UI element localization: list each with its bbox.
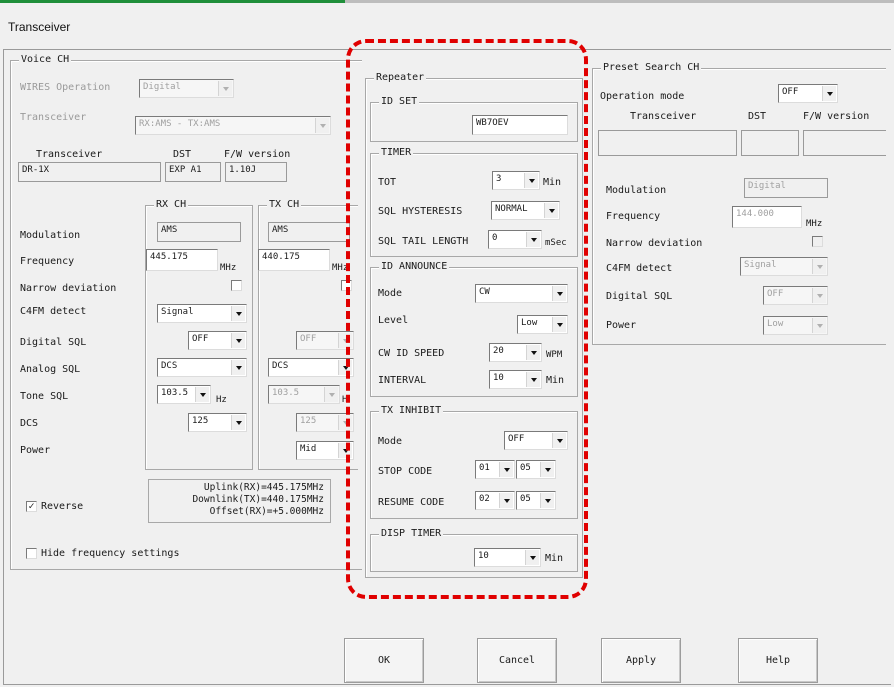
offset-text: Offset(RX)=+5.000MHz [209, 506, 324, 517]
tx-analog-sql-select[interactable]: DCS [268, 358, 354, 377]
preset-transceiver-field [598, 130, 737, 156]
transceiver-model: DR-1X [18, 162, 161, 182]
modulation-label: Modulation [20, 230, 81, 241]
window-title: Transceiver [8, 20, 71, 34]
rx-frequency-input[interactable]: 445.175 [146, 249, 218, 271]
dst-header: DST [173, 149, 192, 160]
preset-power-select[interactable]: Low [763, 316, 828, 335]
help-button[interactable]: Help [738, 638, 818, 683]
preset-narrow-label: Narrow deviation [606, 238, 703, 249]
chevron-down-icon [218, 81, 232, 96]
highlight-box [346, 39, 588, 599]
preset-modulation-label: Modulation [606, 185, 667, 196]
preset-fw-field [803, 130, 886, 156]
analog-sql-label: Analog SQL [20, 364, 81, 375]
hide-frequency-checkbox[interactable] [26, 548, 37, 559]
rx-freq-unit: MHz [220, 263, 237, 273]
fw-version-header: F/W version [224, 149, 291, 160]
preset-frequency-label: Frequency [606, 211, 661, 222]
ok-button[interactable]: OK [344, 638, 424, 683]
preset-c4fm-label: C4FM detect [606, 263, 673, 274]
rx-modulation: AMS [157, 222, 241, 242]
transceiver-select[interactable]: RX:AMS - TX:AMS [135, 116, 331, 135]
chevron-down-icon [231, 360, 245, 375]
preset-freq-unit: MHz [806, 219, 823, 229]
power-label: Power [20, 445, 51, 456]
chevron-down-icon [231, 333, 245, 348]
chevron-down-icon [822, 86, 836, 101]
preset-dst-header: DST [748, 111, 767, 122]
wires-operation-label: WIRES Operation [20, 82, 111, 93]
tx-frequency-input[interactable]: 440.175 [258, 249, 330, 271]
dst-value: EXP A1 [165, 162, 221, 182]
tx-modulation: AMS [268, 222, 350, 242]
preset-search-caption: Preset Search CH [601, 62, 702, 74]
apply-button[interactable]: Apply [601, 638, 681, 683]
narrow-deviation-label: Narrow deviation [20, 283, 117, 294]
cancel-button[interactable]: Cancel [477, 638, 557, 683]
reverse-checkbox[interactable]: ✓ [26, 501, 37, 512]
tx-ch-caption: TX CH [267, 199, 302, 211]
rx-ch-caption: RX CH [154, 199, 189, 211]
transceiver-row-label: Transceiver [20, 112, 87, 123]
reverse-label: Reverse [41, 501, 84, 512]
preset-digital-sql-label: Digital SQL [606, 291, 673, 302]
chevron-down-icon [195, 387, 209, 402]
preset-c4fm-select[interactable]: Signal [740, 257, 828, 276]
tone-sql-label: Tone SQL [20, 391, 69, 402]
frequency-link-info: Uplink(RX)=445.175MHz Downlink(TX)=440.1… [148, 479, 331, 523]
operation-mode-select[interactable]: OFF [778, 84, 838, 103]
chevron-down-icon [812, 259, 826, 274]
preset-frequency-input[interactable]: 144.000 [732, 206, 802, 228]
voice-ch-caption: Voice CH [19, 54, 72, 66]
rx-dcs-select[interactable]: 125 [188, 413, 247, 432]
chevron-down-icon [315, 118, 329, 133]
preset-narrow-checkbox[interactable] [812, 236, 823, 247]
chevron-down-icon [231, 415, 245, 430]
preset-fw-header: F/W version [803, 111, 870, 122]
downlink-text: Downlink(TX)=440.175MHz [192, 494, 324, 505]
chevron-down-icon [812, 318, 826, 333]
operation-mode-label: Operation mode [600, 91, 685, 102]
chevron-down-icon [231, 306, 245, 321]
tx-tone-sql-select[interactable]: 103.5 [268, 385, 340, 404]
transceiver-header: Transceiver [36, 149, 103, 160]
rx-tone-unit: Hz [216, 395, 227, 405]
frequency-label: Frequency [20, 256, 75, 267]
chevron-down-icon [812, 288, 826, 303]
preset-digital-sql-select[interactable]: OFF [763, 286, 828, 305]
preset-modulation-value: Digital [744, 178, 828, 198]
chevron-down-icon [324, 387, 338, 402]
preset-dst-field [741, 130, 799, 156]
rx-tone-sql-select[interactable]: 103.5 [157, 385, 211, 404]
uplink-text: Uplink(RX)=445.175MHz [203, 482, 324, 493]
c4fm-detect-label: C4FM detect [20, 306, 87, 317]
digital-sql-label: Digital SQL [20, 337, 87, 348]
rx-analog-sql-select[interactable]: DCS [157, 358, 247, 377]
preset-transceiver-header: Transceiver [630, 111, 697, 122]
dcs-label: DCS [20, 418, 39, 429]
wires-operation-select[interactable]: Digital [139, 79, 234, 98]
rx-digital-sql-select[interactable]: OFF [188, 331, 247, 350]
window-top-border [0, 0, 894, 3]
hide-frequency-label: Hide frequency settings [41, 548, 180, 559]
fw-version-value: 1.10J [225, 162, 287, 182]
rx-c4fm-detect-select[interactable]: Signal [157, 304, 247, 323]
rx-narrow-deviation-checkbox[interactable] [231, 280, 242, 291]
preset-power-label: Power [606, 320, 637, 331]
